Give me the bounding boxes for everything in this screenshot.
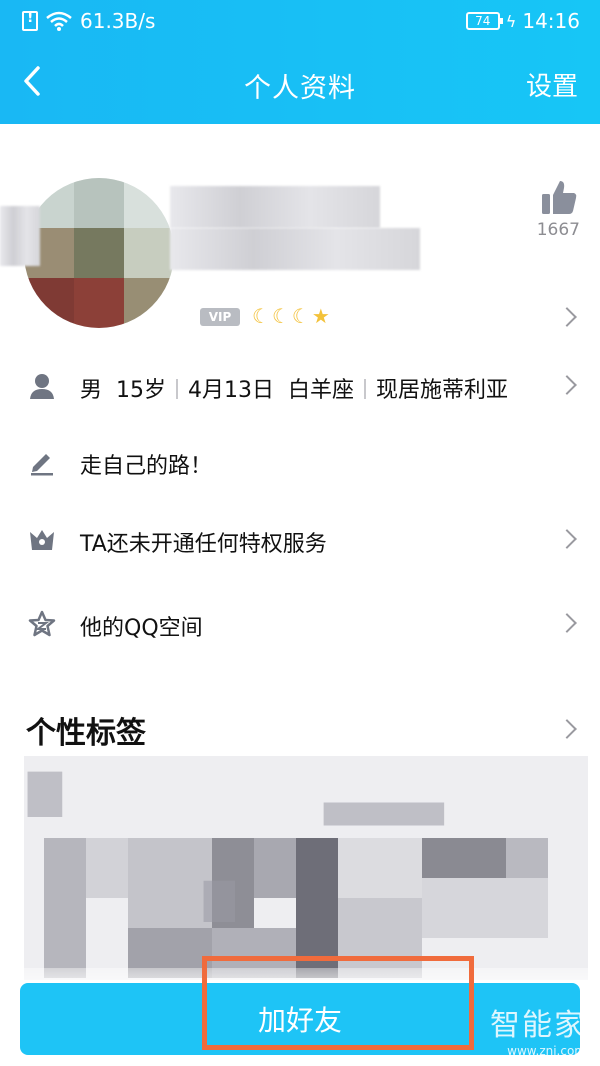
signature-row: 走自己的路！ (0, 432, 600, 492)
battery-level: 74 (475, 14, 491, 28)
blur-tile (128, 838, 212, 928)
divider (364, 379, 367, 399)
age: 15岁 (116, 378, 167, 403)
tags-mosaic-blurred: ▇ ▆▆▆▆▆▆ ▇ (24, 756, 588, 980)
tags-section-title: 个性标签 (26, 716, 146, 751)
chevron-right-icon (557, 613, 577, 633)
qzone-text: 他的QQ空间 (80, 616, 203, 641)
like-count: 1667 (536, 220, 580, 240)
charging-icon: ϟ (505, 11, 517, 31)
moon-icon: ☾ (291, 304, 310, 328)
moon-icon: ☾ (252, 304, 270, 328)
qzone-row[interactable]: 他的QQ空间 (0, 594, 600, 654)
star-icon: ★ (311, 304, 330, 328)
basic-info-row[interactable]: 男 15岁 4月13日 白羊座 现居施蒂利亚 (0, 356, 600, 416)
network-speed: 61.3B/s (80, 9, 156, 33)
signature-text: 走自己的路！ (80, 454, 213, 479)
clock: 14:16 (522, 9, 580, 33)
blur-tile (44, 838, 86, 978)
avatar[interactable] (24, 178, 174, 328)
moon-icon: ☾ (271, 304, 290, 328)
pencil-icon (31, 454, 53, 476)
vip-badge: VIP (200, 308, 240, 326)
level-icons: ☾ ☾ ☾ ★ (252, 304, 330, 328)
zodiac: 白羊座 (288, 378, 355, 403)
navbar: 个人资料 设置 (0, 54, 600, 110)
blur-tile (254, 838, 296, 898)
gender: 男 (80, 378, 103, 403)
sim-alert-icon (22, 10, 38, 31)
battery-icon: 74 (465, 12, 503, 30)
ghost-glyph: ▇ (204, 876, 235, 922)
blur-fragment (0, 206, 40, 266)
ghost-glyph: ▆▆▆▆▆▆ (324, 796, 444, 826)
watermark-name: 智能家 (490, 1008, 586, 1043)
chevron-right-icon[interactable] (557, 719, 577, 739)
header: 61.3B/s 74 ϟ 14:16 个人资料 设置 (0, 0, 600, 124)
privilege-row[interactable]: TA还未开通任何特权服务 (0, 510, 600, 570)
qzone-star-icon (28, 610, 56, 637)
blur-tile (86, 838, 128, 898)
birthday: 4月13日 (188, 378, 275, 403)
blur-tile (422, 838, 506, 878)
nickname-blurred (170, 186, 380, 228)
location: 现居施蒂利亚 (376, 378, 509, 403)
blur-tile (422, 878, 548, 938)
highlight-annotation (202, 956, 474, 1050)
privilege-text: TA还未开通任何特权服务 (80, 532, 327, 557)
crown-icon (30, 530, 54, 550)
status-bar: 61.3B/s 74 ϟ 14:16 (0, 0, 600, 44)
settings-button[interactable]: 设置 (526, 66, 578, 103)
blur-tile (338, 838, 422, 898)
watermark-url: www.znj.com (507, 1044, 586, 1058)
account-id-blurred (170, 228, 420, 270)
thumbs-up-icon[interactable] (540, 178, 578, 216)
divider (176, 379, 179, 399)
basic-info-text: 男 15岁 4月13日 白羊座 现居施蒂利亚 (80, 372, 508, 404)
chevron-right-icon (557, 375, 577, 395)
chevron-right-icon (557, 529, 577, 549)
chevron-right-icon (557, 307, 577, 327)
page-title: 个人资料 (244, 73, 356, 104)
ghost-glyph: ▇ (28, 766, 62, 817)
wifi-icon (46, 11, 72, 31)
profile-card[interactable]: VIP ☾ ☾ ☾ ★ 1667 (0, 124, 600, 344)
person-icon (30, 374, 54, 399)
watermark: 智能家 www.znj.com (490, 1000, 586, 1058)
